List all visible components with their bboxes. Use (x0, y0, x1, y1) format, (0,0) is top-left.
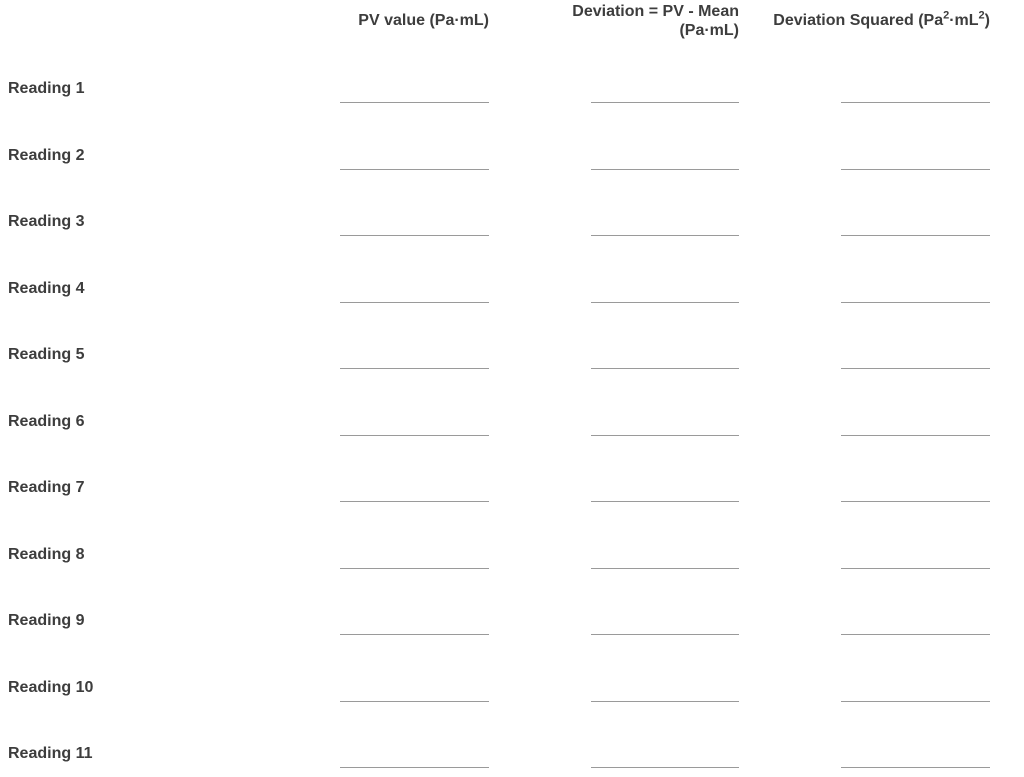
reading-label: Reading 4 (8, 279, 85, 297)
pv-value-input[interactable] (340, 78, 489, 103)
table-row: Reading 10 (0, 669, 1024, 709)
table-row: Reading 1 (0, 70, 1024, 110)
pv-value-input[interactable] (340, 477, 489, 502)
deviation-squared-input[interactable] (841, 543, 990, 569)
pv-value-input[interactable] (340, 410, 489, 436)
pv-value-input[interactable] (340, 543, 489, 569)
table-row: Reading 2 (0, 137, 1024, 177)
deviation-input[interactable] (591, 543, 739, 569)
table-row: Reading 11 (0, 735, 1024, 775)
deviation-squared-input[interactable] (841, 610, 990, 635)
header-deviation: Deviation = PV - Mean (Pa·mL) (540, 2, 739, 40)
reading-label: Reading 2 (8, 146, 85, 164)
deviation-squared-input[interactable] (841, 144, 990, 170)
pv-value-input[interactable] (340, 676, 489, 702)
deviation-input[interactable] (591, 743, 739, 768)
table-row: Reading 6 (0, 403, 1024, 443)
pv-value-input[interactable] (340, 344, 489, 369)
deviation-input[interactable] (591, 78, 739, 103)
deviation-squared-input[interactable] (841, 211, 990, 236)
pv-value-input[interactable] (340, 277, 489, 303)
deviation-squared-input[interactable] (841, 477, 990, 502)
pv-value-input[interactable] (340, 211, 489, 236)
deviation-squared-input[interactable] (841, 743, 990, 768)
pv-value-input[interactable] (340, 610, 489, 635)
deviation-input[interactable] (591, 144, 739, 170)
reading-label: Reading 5 (8, 346, 85, 363)
deviation-squared-input[interactable] (841, 78, 990, 103)
reading-label: Reading 11 (8, 745, 93, 762)
reading-label: Reading 6 (8, 412, 85, 430)
table-row: Reading 3 (0, 203, 1024, 243)
deviation-squared-input[interactable] (841, 344, 990, 369)
table-row: Reading 8 (0, 536, 1024, 576)
table-row: Reading 4 (0, 270, 1024, 310)
table-row: Reading 5 (0, 336, 1024, 376)
deviation-squared-input[interactable] (841, 410, 990, 436)
deviation-input[interactable] (591, 610, 739, 635)
table-row: Reading 7 (0, 469, 1024, 509)
header-pv-value: PV value (Pa·mL) (358, 12, 489, 29)
deviation-squared-input[interactable] (841, 676, 990, 702)
deviation-input[interactable] (591, 344, 739, 369)
deviation-input[interactable] (591, 676, 739, 702)
header-deviation-line2: (Pa·mL) (679, 22, 739, 39)
deviation-input[interactable] (591, 277, 739, 303)
reading-label: Reading 1 (8, 80, 85, 97)
pv-value-input[interactable] (340, 743, 489, 768)
reading-label: Reading 7 (8, 479, 85, 496)
reading-label: Reading 8 (8, 545, 85, 563)
reading-label: Reading 10 (8, 678, 94, 696)
header-dev-sq-mid: ·mL (949, 12, 979, 29)
header-deviation-line1: Deviation = PV - Mean (572, 3, 739, 20)
deviation-input[interactable] (591, 477, 739, 502)
reading-label: Reading 9 (8, 612, 85, 629)
reading-label: Reading 3 (8, 213, 85, 230)
deviation-input[interactable] (591, 410, 739, 436)
table-row: Reading 9 (0, 602, 1024, 642)
deviation-input[interactable] (591, 211, 739, 236)
deviation-squared-input[interactable] (841, 277, 990, 303)
header-dev-sq-suffix: ) (984, 12, 990, 29)
header-dev-sq-prefix: Deviation Squared (Pa (773, 12, 944, 29)
header-deviation-squared: Deviation Squared (Pa2·mL2) (741, 10, 990, 30)
pv-value-input[interactable] (340, 144, 489, 170)
